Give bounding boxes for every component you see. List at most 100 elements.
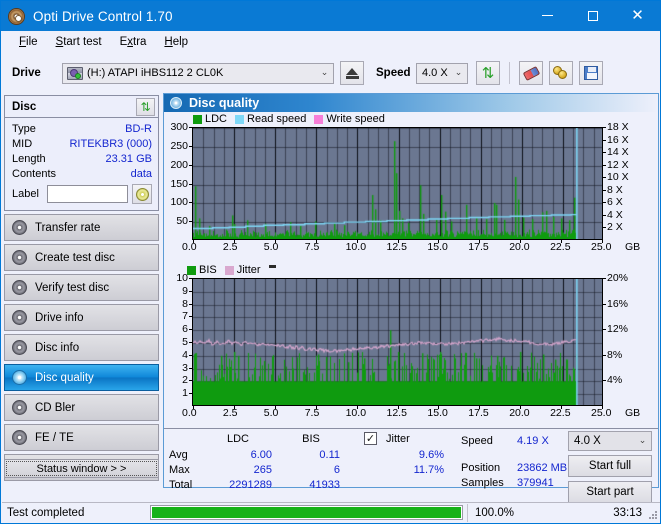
- disc-label-input[interactable]: [47, 185, 129, 203]
- window-title: Opti Drive Control 1.70: [33, 8, 173, 24]
- y2-tick-label: 20%: [607, 272, 629, 284]
- coins-icon: [553, 66, 569, 80]
- test-speed-value: 4.0 X: [574, 435, 601, 447]
- disc-row-mid-key: MID: [12, 137, 33, 150]
- x-tick: [233, 406, 235, 409]
- x-tick: [356, 240, 358, 243]
- legend-swatch-read-speed: [235, 114, 245, 124]
- app-disc-icon: [8, 7, 25, 25]
- sidebar-item-label: Create test disc: [35, 251, 115, 264]
- y2-tick: [603, 354, 606, 356]
- donate-button[interactable]: [549, 61, 573, 85]
- y2-tick: [603, 214, 606, 216]
- y2-tick: [603, 278, 606, 279]
- x-tick-label: 0.0: [182, 407, 197, 419]
- y-tick: [189, 164, 192, 166]
- disc-panel-header: Disc ⇅: [5, 96, 158, 118]
- ldc-chart: LDC Read speed Write speed 0.0 2.5 5.0 7.5 1…: [164, 112, 658, 254]
- stats-row-max-ldc: 265: [253, 464, 272, 476]
- disc-row-contents-key: Contents: [12, 167, 57, 180]
- y2-tick: [603, 139, 606, 141]
- read-label-button[interactable]: [132, 184, 152, 204]
- sidebar-item-label: Drive info: [35, 311, 84, 324]
- x-axis-unit: GB: [625, 241, 641, 253]
- legend-label-write-speed: Write speed: [326, 113, 385, 125]
- test-speed-select[interactable]: 4.0 X ⌄: [568, 431, 652, 451]
- refresh-icon: ⇅: [481, 63, 495, 82]
- speed-select[interactable]: 4.0 X ⌄: [416, 62, 468, 84]
- y2-tick-label: 10 X: [607, 171, 629, 184]
- stats-header-ldc: LDC: [226, 433, 249, 445]
- x-tick: [561, 240, 563, 243]
- y2-tick: [603, 303, 606, 305]
- menu-item-file[interactable]: File: [10, 33, 47, 51]
- menu-item-extra[interactable]: Extra: [111, 33, 156, 51]
- disc-refresh-button[interactable]: ⇅: [136, 97, 155, 116]
- disc-label-key: Label: [12, 188, 39, 200]
- y-tick-label: 3: [182, 361, 188, 374]
- menu-item-start-test[interactable]: Start test: [47, 33, 111, 51]
- minimize-button[interactable]: [525, 1, 570, 30]
- sidebar-item-fe-te[interactable]: FE / TE: [4, 424, 159, 451]
- menu-item-help[interactable]: Help: [155, 33, 197, 51]
- refresh-icon: ⇅: [140, 99, 151, 114]
- sidebar-item-label: Verify test disc: [35, 281, 110, 294]
- cd-icon: [135, 187, 149, 201]
- maximize-button[interactable]: [570, 1, 615, 30]
- sidebar-item-verify-test-disc[interactable]: Verify test disc: [4, 274, 159, 301]
- sidebar-item-drive-info[interactable]: Drive info: [4, 304, 159, 331]
- y-tick: [189, 380, 192, 382]
- stats-header-bis: BIS: [302, 433, 320, 445]
- stats-samples-label: Samples: [461, 477, 504, 489]
- x-tick: [193, 406, 194, 409]
- y-tick: [189, 145, 192, 147]
- save-button[interactable]: [579, 61, 603, 85]
- sidebar-item-disc-info[interactable]: Disc info: [4, 334, 159, 361]
- y-tick: [189, 202, 192, 204]
- drive-select[interactable]: (H:) ATAPI iHBS112 2 CL0K ⌄: [62, 62, 334, 84]
- start-part-button[interactable]: Start part: [568, 481, 652, 503]
- resize-grip[interactable]: [647, 509, 657, 519]
- drive-select-value: (H:) ATAPI iHBS112 2 CL0K: [87, 67, 224, 79]
- x-axis-unit: GB: [625, 407, 641, 419]
- sidebar-item-transfer-rate[interactable]: Transfer rate: [4, 214, 159, 241]
- y-tick-label: 100: [170, 196, 188, 209]
- disc-properties: Type BD-R MID RITEKBR3 (000) Length 23.3…: [5, 118, 158, 210]
- stats-row-total-ldc: 2291289: [229, 479, 272, 491]
- bis-chart-legend: BIS Jitter: [187, 264, 276, 276]
- y2-tick-label: 6 X: [607, 196, 623, 209]
- menu-item-help-rest: elp: [172, 36, 189, 48]
- eject-button[interactable]: [340, 61, 364, 85]
- y-tick-label: 150: [170, 177, 188, 190]
- ldc-chart-legend: LDC Read speed Write speed: [193, 113, 390, 125]
- y2-tick-label: 8%: [607, 348, 623, 361]
- clear-button[interactable]: [519, 61, 543, 85]
- stats-position-label: Position: [461, 462, 501, 474]
- maximize-icon: [587, 10, 598, 21]
- status-window-button[interactable]: Status window > >: [4, 459, 159, 478]
- legend-swatch-ldc: [193, 114, 202, 124]
- y-tick: [189, 221, 192, 223]
- sidebar-item-label: CD Bler: [35, 401, 76, 414]
- disc-icon: [12, 340, 27, 355]
- sidebar-item-create-test-disc[interactable]: Create test disc: [4, 244, 159, 271]
- sidebar-item-disc-quality[interactable]: Disc quality: [4, 364, 159, 391]
- drive-icon: [67, 66, 83, 80]
- y-tick: [189, 393, 192, 395]
- disc-row-length: Length 23.31 GB: [12, 151, 152, 166]
- menu-bar: File Start test Extra Help: [2, 31, 660, 53]
- jitter-checkbox[interactable]: [364, 432, 377, 445]
- title-bar: Opti Drive Control 1.70 ✕: [1, 1, 660, 31]
- close-button[interactable]: ✕: [615, 1, 660, 30]
- refresh-button[interactable]: ⇅: [476, 61, 500, 85]
- start-full-button[interactable]: Start full: [568, 455, 652, 477]
- x-tick: [479, 406, 481, 409]
- y2-tick-label: 12 X: [607, 158, 629, 171]
- y2-tick-label: 14 X: [607, 146, 629, 159]
- stats-row-max-jitter: 11.7%: [413, 464, 444, 476]
- stats-row-avg-ldc: 6.00: [250, 449, 272, 461]
- sidebar-item-cd-bler[interactable]: CD Bler: [4, 394, 159, 421]
- y-tick: [189, 367, 192, 369]
- menu-item-extra-rest: tra: [133, 36, 147, 48]
- x-tick-label: 5.0: [263, 241, 279, 253]
